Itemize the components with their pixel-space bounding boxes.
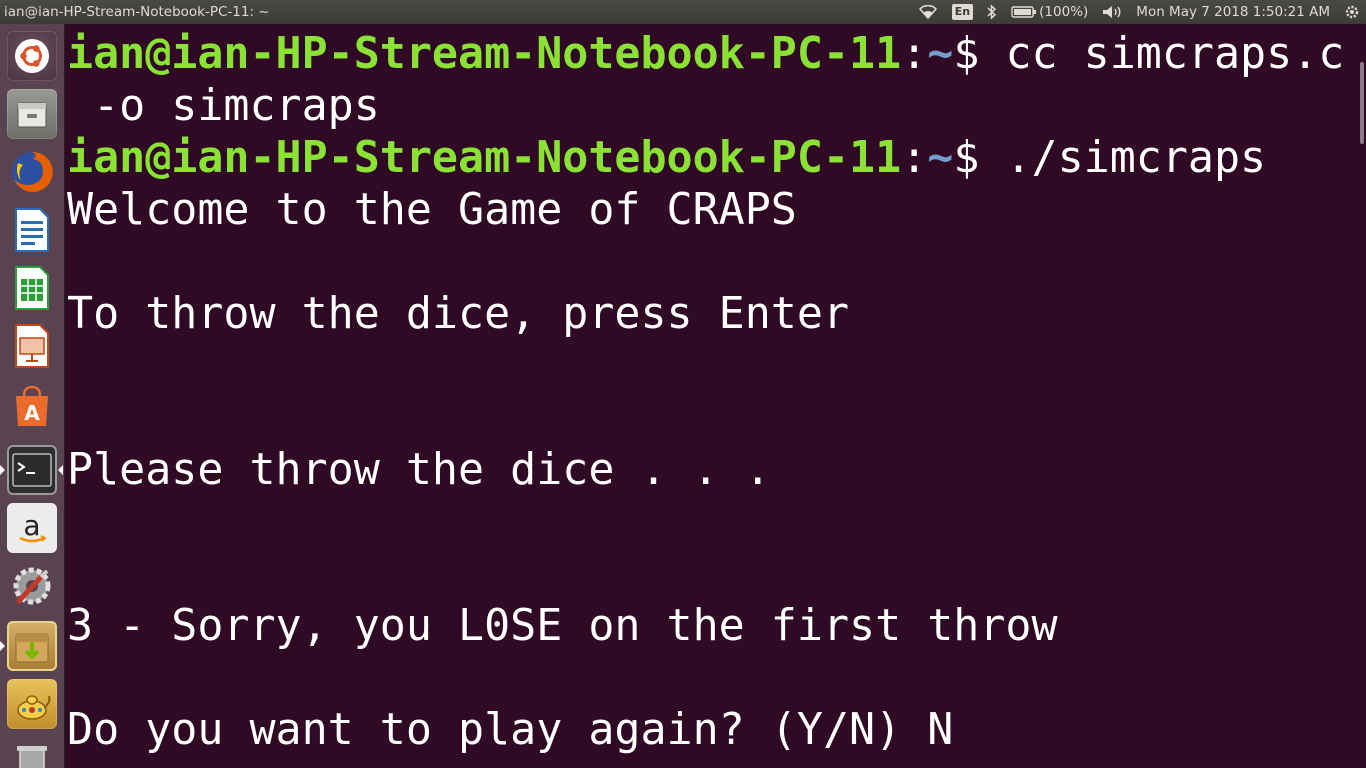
bluetooth-icon bbox=[987, 4, 997, 20]
prompt-user: ian@ian-HP-Stream-Notebook-PC-11 bbox=[67, 29, 902, 79]
wifi-indicator[interactable] bbox=[918, 5, 938, 19]
launcher-software-updater[interactable] bbox=[6, 620, 58, 672]
battery-percentage: (100%) bbox=[1039, 4, 1089, 20]
keyboard-indicator[interactable]: En bbox=[951, 4, 974, 20]
svg-text:A: A bbox=[24, 401, 40, 425]
launcher-terminal[interactable] bbox=[6, 444, 58, 496]
prompt-user: ian@ian-HP-Stream-Notebook-PC-11 bbox=[67, 133, 902, 183]
active-app-marker bbox=[0, 465, 5, 475]
window-title: ian@ian-HP-Stream-Notebook-PC-11: ~ bbox=[4, 4, 270, 20]
volume-indicator[interactable] bbox=[1102, 5, 1122, 19]
volume-icon bbox=[1103, 6, 1121, 18]
terminal-window[interactable]: ian@ian-HP-Stream-Notebook-PC-11:~$ cc s… bbox=[65, 24, 1357, 768]
updater-icon bbox=[7, 621, 57, 671]
top-panel: ian@ian-HP-Stream-Notebook-PC-11: ~ En (… bbox=[0, 0, 1366, 24]
launcher: A a bbox=[0, 24, 65, 768]
terminal-icon bbox=[7, 445, 57, 495]
launcher-libreoffice-writer[interactable] bbox=[6, 204, 58, 256]
prompt-path: ~ bbox=[927, 133, 954, 183]
launcher-ubuntu-software[interactable]: A bbox=[6, 380, 58, 432]
terminal-line-4: Welcome to the Game of CRAPS bbox=[67, 185, 797, 235]
gear-icon bbox=[1345, 5, 1359, 19]
launcher-trash[interactable] bbox=[6, 736, 58, 768]
software-center-icon: A bbox=[7, 381, 57, 431]
scrollbar-thumb[interactable] bbox=[1360, 62, 1364, 144]
command-text: $ cc simcraps.c bbox=[953, 29, 1345, 79]
svg-text:a: a bbox=[23, 509, 40, 542]
lamp-icon bbox=[7, 679, 57, 729]
trash-icon bbox=[7, 737, 57, 768]
session-indicator[interactable] bbox=[1344, 4, 1360, 20]
clock: Mon May 7 2018 1:50:21 AM bbox=[1136, 4, 1330, 20]
battery-icon bbox=[1011, 6, 1037, 18]
launcher-genie-app[interactable] bbox=[6, 678, 58, 730]
terminal-line-9: Please throw the dice . . . bbox=[67, 445, 771, 495]
settings-icon bbox=[7, 561, 57, 611]
terminal-line-12: 3 - Sorry, you L0SE on the first throw bbox=[67, 601, 1058, 651]
terminal-line-14: Do you want to play again? (Y/N) N bbox=[67, 705, 954, 755]
terminal-line-3: ian@ian-HP-Stream-Notebook-PC-11:~$ ./si… bbox=[67, 132, 1266, 184]
writer-icon bbox=[7, 205, 57, 255]
launcher-amazon[interactable]: a bbox=[6, 502, 58, 554]
keyboard-layout-badge: En bbox=[951, 4, 974, 20]
prompt-colon: : bbox=[901, 133, 928, 183]
launcher-ubuntu-dash[interactable] bbox=[6, 30, 58, 82]
terminal-line-1: ian@ian-HP-Stream-Notebook-PC-11:~$ cc s… bbox=[67, 28, 1344, 80]
focused-app-marker bbox=[58, 465, 63, 475]
files-icon bbox=[7, 89, 57, 139]
launcher-firefox[interactable] bbox=[6, 146, 58, 198]
amazon-icon: a bbox=[7, 503, 57, 553]
firefox-icon bbox=[7, 147, 57, 197]
launcher-libreoffice-calc[interactable] bbox=[6, 262, 58, 314]
ubuntu-logo-icon bbox=[7, 31, 57, 81]
terminal-line-6: To throw the dice, press Enter bbox=[67, 289, 850, 339]
prompt-path: ~ bbox=[927, 29, 954, 79]
launcher-system-settings[interactable] bbox=[6, 560, 58, 612]
terminal-scrollbar[interactable] bbox=[1357, 24, 1366, 768]
command-text: $ ./simcraps bbox=[953, 133, 1267, 183]
clock-indicator[interactable]: Mon May 7 2018 1:50:21 AM bbox=[1136, 0, 1330, 24]
bluetooth-indicator[interactable] bbox=[987, 4, 997, 20]
calc-icon bbox=[7, 263, 57, 313]
impress-icon bbox=[7, 321, 57, 371]
launcher-files[interactable] bbox=[6, 88, 58, 140]
wifi-icon bbox=[918, 5, 937, 19]
prompt-colon: : bbox=[901, 29, 928, 79]
launcher-libreoffice-impress[interactable] bbox=[6, 320, 58, 372]
indicator-area: En (100%) Mon May 7 2018 1:50:21 AM bbox=[918, 0, 1366, 24]
running-app-marker bbox=[0, 641, 5, 651]
battery-indicator[interactable]: (100%) bbox=[1011, 0, 1088, 24]
terminal-line-2: -o simcraps bbox=[67, 81, 380, 131]
